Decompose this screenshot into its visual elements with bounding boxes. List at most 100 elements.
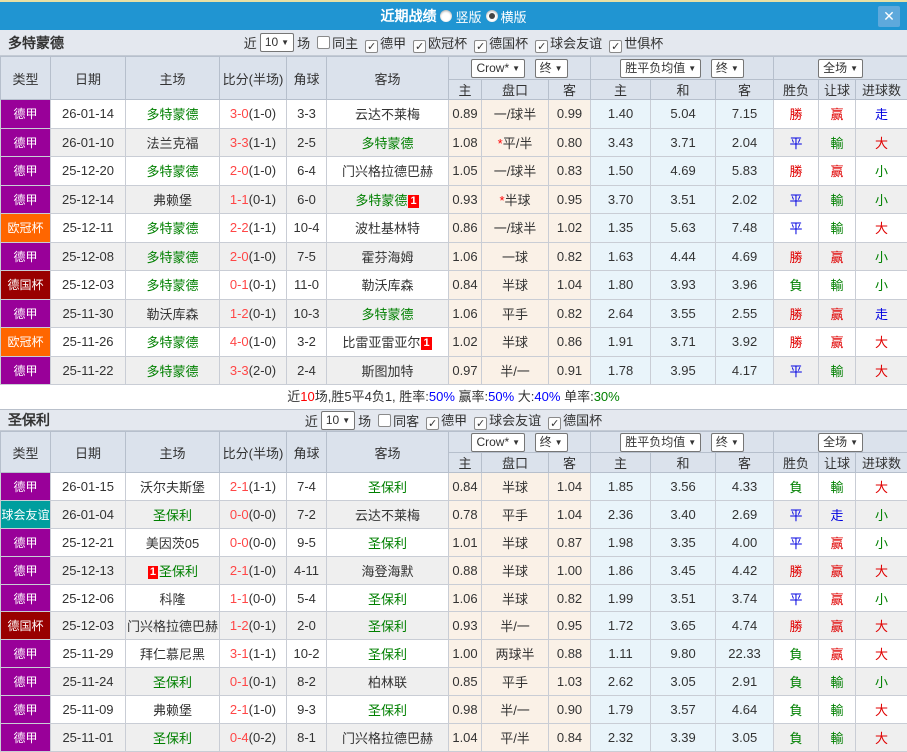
league-badge: 球会友谊	[0, 499, 51, 529]
match-row: 德甲 25-11-22 多特蒙德 3-3(2-0) 2-4 斯图加特 0.97 …	[0, 355, 907, 385]
match-row: 德甲 25-12-06 科隆 1-1(0-0) 5-4 圣保利 1.06 半球 …	[0, 583, 907, 613]
avg-away: 3.05	[715, 723, 775, 752]
odds-final-select[interactable]: 终 ▼	[534, 432, 568, 452]
avg-final-select[interactable]: 终 ▼	[710, 58, 744, 78]
avg-select[interactable]: 胜平负均值 ▼	[620, 58, 702, 78]
league-badge: 德甲	[0, 127, 51, 157]
home-team: 多特蒙德	[125, 355, 220, 385]
odds-home: 1.06	[448, 241, 482, 271]
league-checkbox[interactable]: ✓	[609, 39, 623, 53]
odds-company-select[interactable]: Crow* ▼	[471, 432, 526, 452]
col-let-goal: 让球	[818, 79, 857, 100]
league-checkbox[interactable]: ✓	[426, 417, 440, 430]
corner-count: 3-3	[286, 99, 327, 129]
chevron-down-icon: ▼	[554, 437, 563, 447]
match-date: 25-12-06	[50, 583, 126, 613]
recent-count-select[interactable]: 10 ▼	[259, 33, 295, 52]
avg-draw: 3.45	[650, 555, 717, 585]
league-checkbox[interactable]: ✓	[365, 39, 379, 53]
result-wdl: 負	[773, 723, 820, 752]
summary-segment: 赢率:	[454, 389, 489, 404]
match-row: 德甲 25-12-08 多特蒙德 2-0(1-0) 7-5 霍芬海姆 1.06 …	[0, 241, 907, 271]
score: 0-1(0-1)	[219, 270, 287, 300]
match-row: 德甲 26-01-14 多特蒙德 3-0(1-0) 3-3 云达不莱梅 0.89…	[0, 99, 907, 129]
league-checkbox[interactable]: ✓	[535, 39, 549, 53]
away-team: 云达不莱梅	[326, 99, 449, 129]
corner-count: 8-2	[286, 667, 327, 697]
odds-away: 0.95	[547, 184, 592, 214]
summary-segment: 大:	[514, 389, 535, 404]
team-label: 霍芬海姆	[361, 249, 414, 265]
col-corner: 角球	[286, 56, 327, 100]
result-wdl: 勝	[773, 611, 820, 641]
corner-count: 10-3	[286, 298, 327, 328]
league-badge: 德甲	[0, 184, 51, 214]
avg-final-select[interactable]: 终 ▼	[710, 432, 744, 452]
score: 0-4(0-2)	[219, 723, 287, 752]
away-team: 圣保利	[326, 472, 449, 501]
result-handicap: 輸	[818, 472, 857, 501]
avg-away: 22.33	[715, 639, 775, 669]
league-checkbox[interactable]: ✓	[413, 39, 427, 53]
league-badge: 欧冠杯	[0, 327, 51, 357]
match-date: 25-12-03	[50, 611, 126, 641]
summary-segment: 单率:	[560, 389, 594, 404]
avg-home: 2.64	[590, 298, 652, 328]
odds-final-select[interactable]: 终 ▼	[534, 58, 568, 78]
close-icon[interactable]: ✕	[878, 6, 900, 27]
match-row: 德甲 25-11-24 圣保利 0-1(0-1) 8-2 柏林联 0.85 平手…	[0, 667, 907, 697]
league-checkbox[interactable]: ✓	[548, 417, 562, 430]
horizontal-radio[interactable]	[485, 10, 498, 22]
odds-home: 0.78	[448, 499, 482, 529]
fulltime-select[interactable]: 全场 ▼	[818, 58, 863, 78]
fulltime-select[interactable]: 全场 ▼	[818, 432, 863, 452]
col-goal-count: 进球数	[855, 79, 907, 100]
avg-draw: 3.51	[650, 184, 717, 214]
result-handicap: 赢	[818, 99, 857, 129]
summary-segment: 40%	[534, 389, 561, 404]
odds-away: 0.86	[547, 327, 592, 357]
result-goals: 大	[855, 327, 907, 357]
team-label: 多特蒙德	[146, 107, 199, 123]
avg-home: 1.79	[590, 695, 652, 725]
league-checkbox[interactable]: ✓	[474, 39, 488, 53]
result-handicap: 輸	[818, 270, 857, 300]
league-checkbox-label: 德甲	[441, 413, 468, 428]
odds-handicap: 半球	[481, 583, 549, 613]
avg-home: 1.63	[590, 241, 652, 271]
same-venue-checkbox[interactable]	[317, 36, 331, 49]
result-handicap: 赢	[818, 611, 857, 641]
chevron-down-icon: ▼	[688, 63, 697, 73]
avg-select[interactable]: 胜平负均值 ▼	[620, 432, 702, 452]
away-team: 柏林联	[326, 667, 449, 697]
avg-home: 2.62	[590, 667, 652, 697]
handicap-star: *	[499, 192, 505, 208]
home-team: 美因茨05	[125, 527, 220, 557]
league-badge: 德甲	[0, 667, 51, 697]
league-badge: 德甲	[0, 241, 51, 271]
odds-handicap: 半球	[481, 527, 549, 557]
avg-away: 3.96	[715, 270, 775, 300]
odds-away: 1.03	[547, 667, 592, 697]
avg-draw: 5.04	[650, 99, 717, 129]
same-venue-checkbox[interactable]	[378, 413, 392, 427]
league-badge: 欧冠杯	[0, 213, 51, 243]
avg-home: 1.91	[590, 327, 652, 357]
odds-handicap: 半/一	[481, 355, 549, 385]
same-venue-label: 同客	[393, 413, 420, 429]
score: 1-2(0-1)	[219, 611, 287, 641]
odds-home: 0.93	[448, 611, 482, 641]
league-checkbox[interactable]: ✓	[474, 417, 488, 430]
avg-group-header: 胜平负均值 ▼ 终 ▼	[590, 431, 775, 453]
odds-company-select[interactable]: Crow* ▼	[471, 58, 526, 78]
team-label: 圣保利	[367, 703, 407, 719]
league-checkbox-label: 欧冠杯	[428, 35, 468, 51]
away-team: 多特蒙德	[326, 298, 449, 328]
match-row: 球会友谊 26-01-04 圣保利 0-0(0-0) 7-2 云达不莱梅 0.7…	[0, 499, 907, 529]
recent-count-select[interactable]: 10 ▼	[320, 410, 356, 430]
result-wdl: 平	[773, 527, 820, 557]
vertical-radio[interactable]	[440, 10, 453, 22]
team-label: 沃尔夫斯堡	[139, 479, 205, 495]
team-label: 圣保利	[367, 647, 407, 663]
col-home: 主场	[125, 431, 220, 473]
